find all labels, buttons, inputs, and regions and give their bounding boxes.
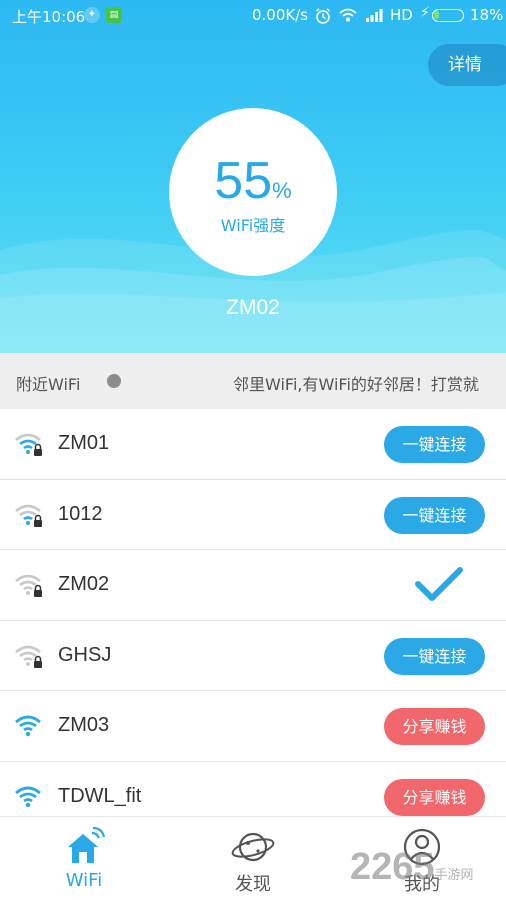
status-battery-percent: 18% (470, 6, 504, 24)
planet-icon (231, 832, 275, 862)
wifi-row[interactable]: ZM03 分享赚钱 (0, 691, 506, 762)
charging-icon: ⚡ (420, 5, 430, 21)
connected-check-icon (415, 567, 463, 601)
watermark: 2265手游网 (350, 846, 474, 889)
vpn-icon: ✦ (84, 7, 100, 23)
home-wifi-icon (68, 827, 106, 863)
wifi-icon (15, 786, 41, 807)
wifi-locked-icon (15, 645, 42, 668)
share-earn-button[interactable]: 分享赚钱 (384, 778, 485, 816)
alarm-icon (316, 8, 330, 24)
wifi-list: ZM01 一键连接 1012 一键连接 ZM02 GHSJ 一键连接 ZM03 … (0, 409, 506, 832)
watermark-sub: 手游网 (434, 867, 474, 882)
connected-ssid: ZM02 (226, 296, 280, 319)
tab-wifi-label: WiFi (65, 870, 103, 891)
wifi-name: ZM01 (58, 432, 110, 454)
connect-button[interactable]: 一键连接 (384, 637, 485, 675)
connect-button[interactable]: 一键连接 (384, 496, 485, 534)
wifi-row[interactable]: GHSJ 一键连接 (0, 621, 506, 691)
battery-icon (432, 9, 464, 22)
status-network: HD (390, 6, 413, 24)
strength-circle: 55% WiFi强度 (169, 108, 337, 276)
wifi-name: ZM03 (58, 714, 110, 736)
wifi-row[interactable]: ZM02 (0, 550, 506, 621)
loading-dot-icon (107, 374, 121, 388)
marquee-notice: 邻里WiFi,有WiFi的好邻居！打赏就 (233, 375, 479, 394)
status-net-speed: 0.00K/s (252, 6, 309, 24)
wifi-locked-icon (15, 574, 42, 597)
wifi-locked-icon (15, 433, 42, 456)
wifi-name: ZM02 (58, 573, 110, 595)
status-bar: 上午10:06 ✦ ▤ 0.00K/s HD ⚡ 18% (0, 0, 506, 30)
wifi-locked-icon (15, 504, 42, 527)
wifi-name: 1012 (58, 502, 103, 525)
status-time: 上午10:06 (12, 8, 86, 26)
detail-button[interactable]: 详情 (428, 44, 506, 86)
connect-button[interactable]: 一键连接 (384, 426, 485, 463)
header-panel: 上午10:06 ✦ ▤ 0.00K/s HD ⚡ 18% 详情 55% WiFi… (0, 0, 506, 353)
wifi-row[interactable]: ZM01 一键连接 (0, 409, 506, 480)
nearby-label: 附近WiFi (16, 375, 81, 394)
share-earn-button[interactable]: 分享赚钱 (384, 708, 485, 745)
battery-fill (434, 11, 439, 19)
wifi-name: TDWL_fit (58, 784, 142, 807)
wifi-name: GHSJ (58, 643, 112, 666)
strength-label: WiFi强度 (220, 216, 286, 235)
strength-value-wrap: 55% (169, 155, 337, 207)
app-notification-icon: ▤ (106, 7, 122, 23)
tab-wifi[interactable]: WiFi (0, 817, 168, 900)
nearby-wifi-bar: 附近WiFi 邻里WiFi,有WiFi的好邻居！打赏就 (0, 353, 506, 409)
wifi-icon (15, 715, 41, 737)
watermark-main: 2265 (350, 846, 435, 888)
wifi-icon (339, 8, 357, 22)
tab-discover-label: 发现 (235, 874, 271, 895)
wifi-row[interactable]: 1012 一键连接 (0, 480, 506, 550)
tab-discover[interactable]: 发现 (169, 817, 337, 900)
signal-icon (366, 9, 383, 22)
strength-value: 55 (214, 152, 273, 210)
strength-unit: % (272, 178, 292, 203)
